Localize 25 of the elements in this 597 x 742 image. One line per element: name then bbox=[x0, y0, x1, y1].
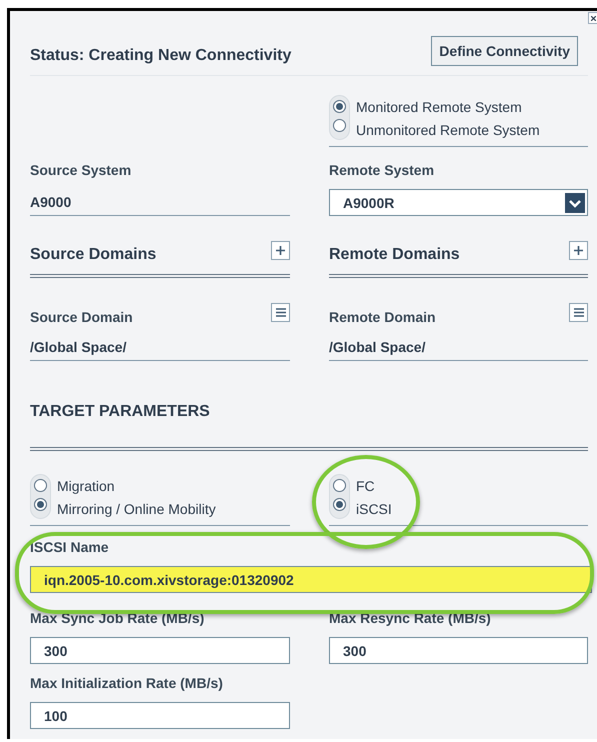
radio-label[interactable]: Mirroring / Online Mobility bbox=[57, 500, 216, 519]
rate-field[interactable]: 300 bbox=[329, 637, 588, 664]
status-title: Status: Creating New Connectivity bbox=[30, 47, 292, 65]
define-connectivity-button[interactable]: Define Connectivity bbox=[431, 36, 578, 66]
field-value: A9000 bbox=[30, 179, 290, 216]
radio-label[interactable]: iSCSI bbox=[356, 500, 392, 519]
field-label: Source System bbox=[30, 161, 132, 179]
field-label: Max Initialization Rate (MB/s) bbox=[30, 674, 224, 692]
field-label: Remote Domain bbox=[329, 308, 436, 326]
radio-label[interactable]: Monitored Remote System bbox=[356, 98, 540, 117]
iscsi-name-field[interactable]: iqn.2005-10.com.xivstorage:01320902 bbox=[30, 566, 592, 593]
section-title: Source Domains bbox=[30, 246, 156, 264]
rate-field[interactable]: 300 bbox=[30, 637, 290, 664]
field-label: Source Domain bbox=[30, 308, 133, 326]
rate-field[interactable]: 100 bbox=[30, 702, 290, 729]
field-label: Remote System bbox=[329, 161, 436, 179]
field-value: /Global Space/ bbox=[329, 326, 588, 361]
remote-system-dropdown[interactable]: A9000R bbox=[329, 189, 588, 216]
section-title: TARGET PARAMETERS bbox=[30, 361, 588, 451]
field-label: ISCSI Name bbox=[30, 538, 109, 556]
field-value: /Global Space/ bbox=[30, 326, 290, 361]
radio-label[interactable]: Migration bbox=[57, 477, 216, 496]
section-title: Remote Domains bbox=[329, 246, 460, 264]
radio-label[interactable]: FC bbox=[356, 477, 392, 496]
radio-label[interactable]: Unmonitored Remote System bbox=[356, 121, 540, 140]
